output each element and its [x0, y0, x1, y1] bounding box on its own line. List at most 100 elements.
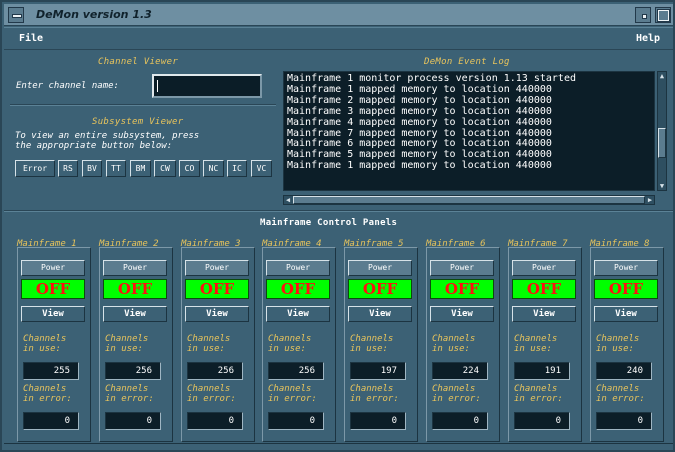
subsystem-viewer-title: Subsystem Viewer [92, 117, 184, 127]
minimize-icon[interactable] [635, 7, 651, 23]
channels-in-error-label: Channels in error: [105, 384, 154, 404]
vertical-scroll-thumb[interactable] [658, 128, 666, 158]
event-log-horizontal-scrollbar[interactable]: ◀ ▶ [283, 195, 655, 205]
channels-in-use-value: 191 [514, 362, 570, 380]
event-log-line: Mainframe 1 mapped memory to location 44… [287, 160, 552, 172]
subsystem-button-tt[interactable]: TT [106, 160, 126, 177]
channel-viewer-title: Channel Viewer [98, 57, 179, 67]
channels-in-use-value: 256 [268, 362, 324, 380]
menu-help[interactable]: Help [636, 33, 660, 44]
subsystem-button-ic[interactable]: IC [227, 160, 247, 177]
channels-in-use-value: 256 [105, 362, 161, 380]
channels-in-use-value: 256 [187, 362, 243, 380]
power-state-indicator: OFF [512, 279, 576, 299]
control-panels-title: Mainframe Control Panels [260, 218, 398, 228]
channels-in-use-label: Channels in use: [105, 334, 149, 354]
view-button[interactable]: View [21, 306, 85, 322]
channels-in-use-label: Channels in use: [432, 334, 476, 354]
power-state-indicator: OFF [266, 279, 330, 299]
view-button[interactable]: View [103, 306, 167, 322]
channels-in-use-value: 255 [23, 362, 79, 380]
mainframe-panel: Power OFF View Channels in use: 255 Channels … [17, 247, 91, 442]
channels-in-error-value: 0 [23, 412, 79, 430]
mainframe-panel: Power OFF View Channels in use: 191 Channels … [508, 247, 582, 442]
title-bar[interactable]: DeMon version 1.3 [4, 4, 673, 26]
channels-in-error-value: 0 [187, 412, 243, 430]
scroll-up-arrow-icon[interactable]: ▲ [658, 72, 666, 80]
subsystem-button-vc[interactable]: VC [251, 160, 272, 177]
subsystem-button-co[interactable]: CO [179, 160, 200, 177]
power-state-indicator: OFF [348, 279, 412, 299]
power-button[interactable]: Power [185, 260, 249, 276]
panel-divider [4, 210, 673, 212]
mainframe-panel: Power OFF View Channels in use: 256 Channels … [99, 247, 173, 442]
channels-in-use-label: Channels in use: [187, 334, 231, 354]
channels-in-error-label: Channels in error: [187, 384, 236, 404]
scroll-left-arrow-icon[interactable]: ◀ [284, 196, 292, 204]
channels-in-error-label: Channels in error: [596, 384, 645, 404]
channels-in-use-label: Channels in use: [514, 334, 558, 354]
channels-in-error-value: 0 [268, 412, 324, 430]
subsystem-button-nc[interactable]: NC [203, 160, 224, 177]
view-button[interactable]: View [185, 306, 249, 322]
event-log-line: Mainframe 3 mapped memory to location 44… [287, 105, 552, 117]
view-button[interactable]: View [512, 306, 576, 322]
subsystem-button-bv[interactable]: BV [82, 160, 102, 177]
power-state-indicator: OFF [103, 279, 167, 299]
mainframe-panel: Power OFF View Channels in use: 197 Channels … [344, 247, 418, 442]
mainframe-panel: Power OFF View Channels in use: 256 Channels … [181, 247, 255, 442]
mainframe-panel: Power OFF View Channels in use: 240 Channels … [590, 247, 664, 442]
section-divider [10, 104, 276, 106]
event-log-text[interactable]: Mainframe 1 monitor process version 1.13… [283, 71, 655, 191]
power-state-indicator: OFF [21, 279, 85, 299]
channels-in-error-label: Channels in error: [514, 384, 563, 404]
power-button[interactable]: Power [266, 260, 330, 276]
power-button[interactable]: Power [430, 260, 494, 276]
mainframe-panel: Power OFF View Channels in use: 256 Channels … [262, 247, 336, 442]
channels-in-error-value: 0 [432, 412, 488, 430]
channels-in-error-label: Channels in error: [350, 384, 399, 404]
power-state-indicator: OFF [430, 279, 494, 299]
view-button[interactable]: View [594, 306, 658, 322]
channels-in-error-value: 0 [105, 412, 161, 430]
menu-file[interactable]: File [19, 33, 43, 44]
power-button[interactable]: Power [21, 260, 85, 276]
channels-in-use-label: Channels in use: [268, 334, 312, 354]
power-button[interactable]: Power [594, 260, 658, 276]
subsystem-instructions: To view an entire subsystem, press the a… [15, 131, 200, 151]
power-button[interactable]: Power [348, 260, 412, 276]
channels-in-use-label: Channels in use: [350, 334, 394, 354]
menu-bar: File Help [4, 27, 673, 50]
maximize-icon[interactable] [655, 7, 671, 23]
window-title: DeMon version 1.3 [36, 8, 152, 21]
channels-in-use-value: 240 [596, 362, 652, 380]
channels-in-error-value: 0 [514, 412, 570, 430]
channels-in-error-label: Channels in error: [23, 384, 72, 404]
horizontal-scroll-thumb[interactable] [293, 196, 645, 204]
channels-in-use-label: Channels in use: [596, 334, 640, 354]
channel-name-input[interactable] [152, 74, 262, 98]
power-state-indicator: OFF [594, 279, 658, 299]
window-menu-icon[interactable] [8, 7, 24, 23]
power-button[interactable]: Power [512, 260, 576, 276]
channels-in-error-label: Channels in error: [268, 384, 317, 404]
view-button[interactable]: View [348, 306, 412, 322]
subsystem-button-rs[interactable]: RS [58, 160, 78, 177]
scroll-down-arrow-icon[interactable]: ▼ [658, 182, 666, 190]
subsystem-button-bm[interactable]: BM [130, 160, 151, 177]
channels-in-use-label: Channels in use: [23, 334, 67, 354]
subsystem-button-error[interactable]: Error [15, 160, 55, 177]
view-button[interactable]: View [430, 306, 494, 322]
view-button[interactable]: View [266, 306, 330, 322]
channels-in-use-value: 197 [350, 362, 406, 380]
event-log-vertical-scrollbar[interactable]: ▲ ▼ [657, 71, 667, 191]
demon-window: DeMon version 1.3 File Help Channel View… [0, 0, 675, 452]
subsystem-button-cw[interactable]: CW [154, 160, 176, 177]
power-button[interactable]: Power [103, 260, 167, 276]
scroll-right-arrow-icon[interactable]: ▶ [646, 196, 654, 204]
window-bottom-edge [4, 443, 673, 452]
event-log-title: DeMon Event Log [424, 57, 510, 67]
channels-in-error-value: 0 [350, 412, 406, 430]
mainframe-panel: Power OFF View Channels in use: 224 Channels … [426, 247, 500, 442]
channels-in-error-value: 0 [596, 412, 652, 430]
